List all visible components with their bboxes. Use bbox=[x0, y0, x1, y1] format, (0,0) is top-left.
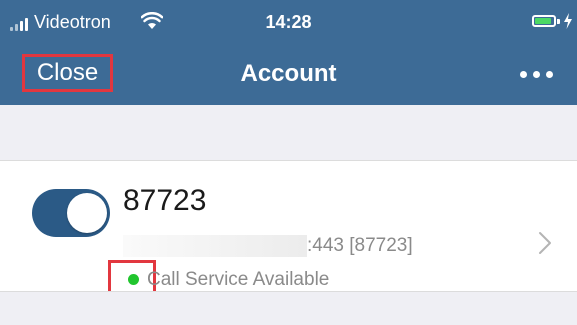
status-available-dot-icon bbox=[128, 274, 139, 285]
chevron-right-icon bbox=[539, 232, 551, 254]
battery-icon bbox=[532, 15, 556, 27]
redacted-server-address bbox=[123, 235, 307, 257]
status-text: Call Service Available bbox=[147, 269, 330, 290]
account-server: :443 [87723] bbox=[123, 233, 463, 259]
status-time: 14:28 bbox=[265, 12, 312, 32]
more-dots-icon[interactable] bbox=[518, 70, 556, 80]
account-name: 87723 bbox=[123, 184, 207, 217]
section-spacer bbox=[0, 105, 577, 161]
page-title: Account bbox=[240, 60, 337, 87]
charging-bolt-icon bbox=[564, 13, 572, 29]
server-port-detail: :443 [87723] bbox=[307, 235, 413, 256]
account-enabled-toggle[interactable] bbox=[32, 189, 110, 237]
status-bar: Videotron 14:28 bbox=[0, 0, 577, 44]
battery-level bbox=[535, 18, 551, 24]
toggle-knob bbox=[67, 193, 107, 233]
section-spacer-bottom bbox=[0, 291, 577, 325]
account-list-item[interactable]: 87723 :443 [87723] Call Service Availabl… bbox=[0, 161, 577, 294]
battery-nub bbox=[557, 19, 560, 24]
